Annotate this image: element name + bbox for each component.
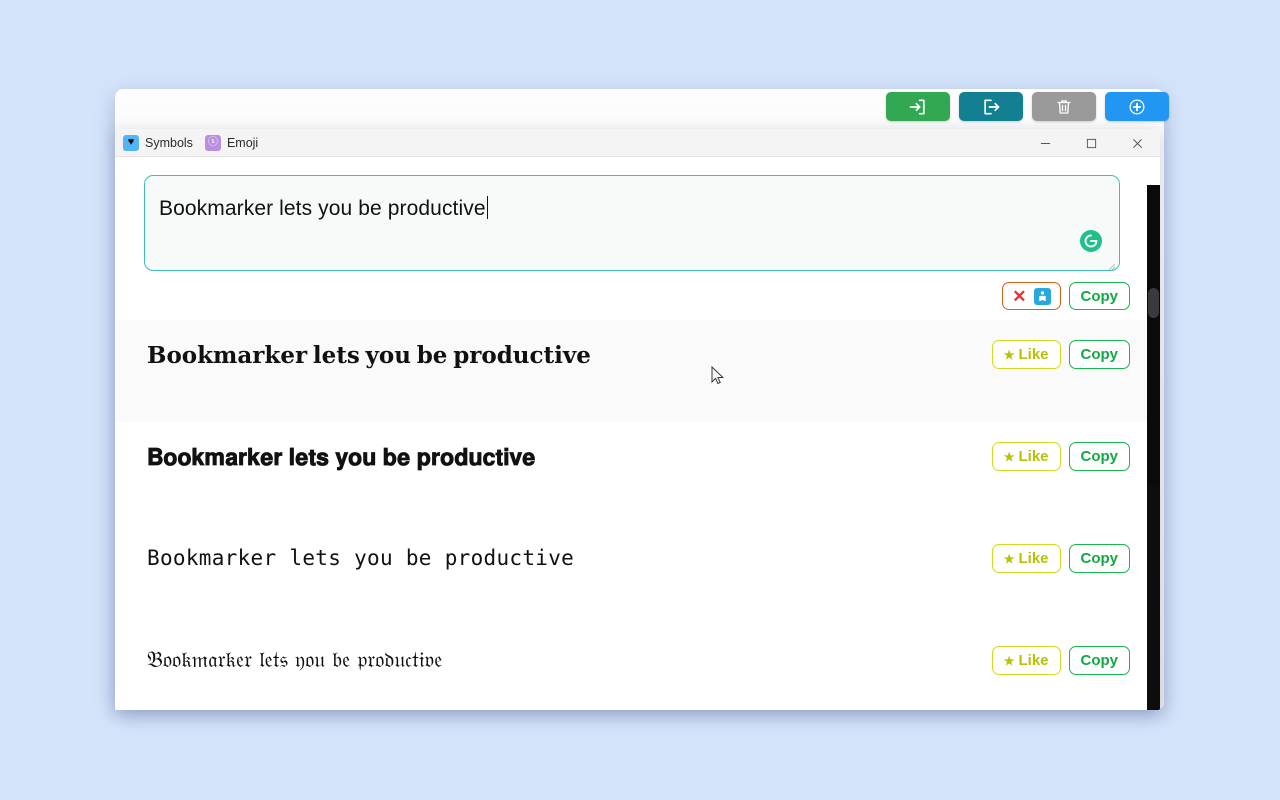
like-button-label: Like (1018, 550, 1049, 567)
like-button[interactable]: ★ Like (991, 544, 1061, 573)
export-icon (981, 97, 1001, 117)
star-icon: ★ (1003, 449, 1015, 464)
vertical-scrollbar[interactable] (1147, 185, 1160, 710)
copy-button[interactable]: Copy (1068, 544, 1130, 573)
import-icon (908, 97, 928, 117)
person-emoji-icon (1033, 287, 1051, 305)
tab-group: ♥ Symbols ⓢ Emoji (123, 134, 259, 151)
close-icon: ✕ (1012, 286, 1027, 306)
add-button[interactable] (1105, 92, 1169, 121)
search-input-value: Bookmarker lets you be productive (159, 197, 486, 220)
tab-symbols[interactable]: ♥ Symbols (123, 134, 193, 151)
like-button[interactable]: ★ Like (991, 340, 1061, 369)
like-button[interactable]: ★ Like (991, 646, 1061, 675)
close-button[interactable] (1114, 129, 1160, 157)
copy-button-label: Copy (1080, 448, 1119, 465)
search-area: Bookmarker lets you be productive (144, 175, 1130, 271)
copy-button-main[interactable]: Copy (1068, 282, 1130, 310)
emoji-icon: ⓢ (204, 134, 221, 151)
star-icon: ★ (1003, 551, 1015, 566)
title-bar: ♥ Symbols ⓢ Emoji (115, 129, 1160, 157)
result-text: 𝐁𝐨𝐨𝐤𝐦𝐚𝐫𝐤𝐞𝐫 𝐥𝐞𝐭𝐬 𝐲𝐨𝐮 𝐛𝐞 𝐩𝐫𝐨𝐝𝐮𝐜𝐭𝐢𝐯𝐞 (147, 343, 591, 368)
plus-circle-icon (1127, 97, 1147, 117)
result-text: 𝔅𝔬𝔬𝔨𝔪𝔞𝔯𝔨𝔢𝔯 𝔩𝔢𝔱𝔰 𝔶𝔬𝔲 𝔟𝔢 𝔭𝔯𝔬𝔡𝔲𝔠𝔱𝔦𝔳𝔢 (147, 648, 443, 673)
table-row[interactable]: 𝐁𝐨𝐨𝐤𝐦𝐚𝐫𝐤𝐞𝐫 𝐥𝐞𝐭𝐬 𝐲𝐨𝐮 𝐛𝐞 𝐩𝐫𝐨𝐝𝐮𝐜𝐭𝐢𝐯𝐞 ★ Like… (115, 320, 1160, 422)
copy-button-label: Copy (1080, 652, 1119, 669)
scrollbar-thumb[interactable] (1148, 288, 1159, 318)
refresh-icon[interactable] (1079, 229, 1103, 253)
copy-button[interactable]: Copy (1068, 442, 1130, 471)
trash-icon (1055, 98, 1073, 116)
copy-button[interactable]: Copy (1068, 646, 1130, 675)
row-actions: ★ Like Copy (991, 646, 1130, 675)
tab-symbols-label: Symbols (145, 135, 193, 150)
row-actions: ★ Like Copy (991, 442, 1130, 471)
scrollbar-track-lower[interactable] (1147, 485, 1160, 710)
tab-emoji-label: Emoji (226, 135, 259, 150)
search-input[interactable]: Bookmarker lets you be productive (159, 196, 489, 221)
result-text: 𝐁𝐨𝐨𝐤𝐦𝐚𝐫𝐤𝐞𝐫 𝐥𝐞𝐭𝐬 𝐲𝐨𝐮 𝐛𝐞 𝐩𝐫𝐨𝐝𝐮𝐜𝐭𝐢𝐯𝐞 (147, 444, 536, 470)
copy-button-label: Copy (1080, 346, 1119, 363)
result-text: Bookmarker lets you be productive (147, 546, 575, 570)
table-row[interactable]: 𝔅𝔬𝔬𝔨𝔪𝔞𝔯𝔨𝔢𝔯 𝔩𝔢𝔱𝔰 𝔶𝔬𝔲 𝔟𝔢 𝔭𝔯𝔬𝔡𝔲𝔠𝔱𝔦𝔳𝔢 ★ Like… (115, 626, 1160, 710)
resize-handle[interactable] (1106, 258, 1116, 271)
heart-icon: ♥ (123, 134, 139, 151)
row-actions: ★ Like Copy (991, 340, 1130, 369)
copy-button-label: Copy (1080, 550, 1119, 567)
like-button-label: Like (1018, 652, 1049, 669)
action-bar: ✕ Copy (115, 282, 1130, 310)
row-actions: ★ Like Copy (991, 544, 1130, 573)
text-input-box[interactable]: Bookmarker lets you be productive (144, 175, 1120, 271)
star-icon: ★ (1003, 653, 1015, 668)
like-button-label: Like (1018, 346, 1049, 363)
window-controls (1022, 129, 1160, 157)
symbols-window: ♥ Symbols ⓢ Emoji Bookmarker lets you be… (115, 129, 1160, 710)
minimize-button[interactable] (1022, 129, 1068, 157)
table-row[interactable]: 𝐁𝐨𝐨𝐤𝐦𝐚𝐫𝐤𝐞𝐫 𝐥𝐞𝐭𝐬 𝐲𝐨𝐮 𝐛𝐞 𝐩𝐫𝐨𝐝𝐮𝐜𝐭𝐢𝐯𝐞 ★ Like… (115, 422, 1160, 524)
table-row[interactable]: Bookmarker lets you be productive ★ Like… (115, 524, 1160, 626)
main-toolbar (886, 92, 1169, 121)
like-button[interactable]: ★ Like (991, 442, 1061, 471)
text-caret (486, 196, 489, 219)
content-area: Bookmarker lets you be productive ✕ Copy… (115, 157, 1160, 710)
tab-emoji[interactable]: ⓢ Emoji (204, 134, 259, 151)
export-button[interactable] (959, 92, 1023, 121)
copy-button-main-label: Copy (1080, 287, 1119, 305)
like-button-label: Like (1018, 448, 1049, 465)
import-button[interactable] (886, 92, 950, 121)
clear-emoji-button[interactable]: ✕ (1002, 282, 1061, 310)
delete-button[interactable] (1032, 92, 1096, 121)
results-list: 𝐁𝐨𝐨𝐤𝐦𝐚𝐫𝐤𝐞𝐫 𝐥𝐞𝐭𝐬 𝐲𝐨𝐮 𝐛𝐞 𝐩𝐫𝐨𝐝𝐮𝐜𝐭𝐢𝐯𝐞 ★ Like… (115, 320, 1160, 710)
copy-button[interactable]: Copy (1068, 340, 1130, 369)
star-icon: ★ (1003, 347, 1015, 362)
maximize-button[interactable] (1068, 129, 1114, 157)
